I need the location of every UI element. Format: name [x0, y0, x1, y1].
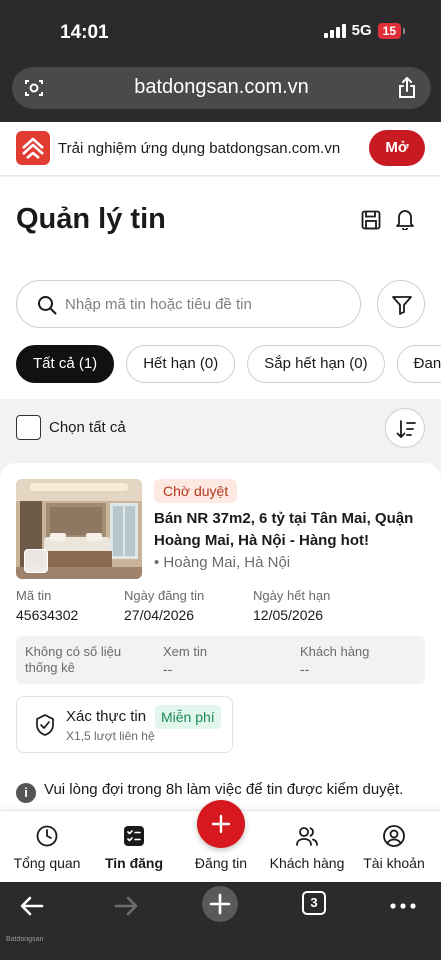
- shield-check-icon: [36, 714, 54, 736]
- status-indicators: 5G 15: [323, 22, 406, 39]
- status-badge: Chờ duyệt: [154, 479, 238, 503]
- save-icon[interactable]: [361, 210, 381, 230]
- listing-id-label: Mã tin: [16, 588, 52, 603]
- share-icon[interactable]: [397, 77, 417, 99]
- search-input[interactable]: [65, 281, 345, 327]
- battery-icon: 15: [377, 22, 406, 39]
- nav-customers-label: Khách hàng: [269, 855, 345, 871]
- app-download-banner: Trải nghiệm ứng dụng batdongsan.com.vn M…: [0, 122, 441, 176]
- nav-account[interactable]: Tài khoản: [359, 811, 429, 883]
- url-text[interactable]: batdongsan.com.vn: [12, 76, 431, 99]
- filter-chip-all[interactable]: Tất cả (1): [16, 345, 115, 383]
- screen: 14:01 5G 15 batdongsan.com.vn Trải nghiệ…: [0, 0, 441, 960]
- open-app-button[interactable]: Mở: [369, 130, 425, 166]
- post-date-label: Ngày đăng tin: [124, 588, 205, 603]
- listing-card[interactable]: Chờ duyệt Bán NR 37m2, 6 tỷ tại Tân Mai,…: [0, 463, 441, 813]
- network-label: 5G: [351, 22, 372, 39]
- select-all-bar: Chọn tất cả: [0, 399, 441, 463]
- views-label: Xem tin: [163, 644, 208, 659]
- address-bar[interactable]: batdongsan.com.vn: [12, 67, 431, 109]
- no-stats-label: Không có số liệu thống kê: [25, 644, 122, 675]
- nav-listings[interactable]: Tin đăng: [99, 811, 169, 883]
- listing-thumbnail[interactable]: [16, 479, 142, 579]
- search-icon: [38, 296, 57, 315]
- filter-chip-expired[interactable]: Hết hạn (0): [126, 345, 236, 383]
- customers-label: Khách hàng: [300, 644, 370, 659]
- info-icon: i: [16, 783, 36, 803]
- filter-chip-showing[interactable]: Đang hiển thị: [396, 345, 441, 383]
- customers-value: --: [300, 661, 310, 677]
- new-tab-icon[interactable]: [202, 886, 238, 922]
- back-arrow-icon[interactable]: [18, 892, 46, 920]
- bell-icon[interactable]: [394, 208, 416, 230]
- tabs-button[interactable]: 3: [302, 891, 326, 915]
- page-title: Quản lý tin: [16, 203, 166, 235]
- listing-location: • Hoàng Mai, Hà Nội: [154, 554, 291, 571]
- signal-icon: [323, 23, 346, 38]
- select-all-checkbox[interactable]: [16, 415, 41, 440]
- filter-button[interactable]: [377, 280, 425, 328]
- forward-arrow-icon[interactable]: [112, 892, 140, 920]
- verify-subtitle: X1,5 lượt liên hệ: [66, 729, 155, 743]
- search-box[interactable]: [16, 280, 361, 328]
- verify-listing-button[interactable]: Xác thực tin Miễn phí X1,5 lượt liên hệ: [16, 696, 233, 753]
- nav-customers[interactable]: Khách hàng: [270, 811, 344, 883]
- nav-overview[interactable]: Tổng quan: [12, 811, 82, 883]
- nav-listings-label: Tin đăng: [104, 855, 164, 871]
- free-badge: Miễn phí: [155, 705, 221, 729]
- users-icon: [296, 827, 318, 846]
- views-value: --: [163, 661, 173, 677]
- nav-account-label: Tài khoản: [363, 855, 425, 871]
- expiry-date-value: 12/05/2026: [253, 607, 324, 623]
- review-notice: i Vui lòng đợi trong 8h làm việc để tin đ…: [16, 781, 403, 803]
- sort-icon: [396, 420, 416, 439]
- banner-text: Trải nghiệm ứng dụng batdongsan.com.vn: [58, 140, 341, 157]
- review-notice-text: Vui lòng đợi trong 8h làm việc để tin đư…: [44, 781, 404, 798]
- clock-icon: [36, 825, 58, 847]
- page-header: Quản lý tin Tất cả (1) Hết hạn (0) Sắp hết…: [0, 177, 441, 399]
- nav-overview-label: Tổng quan: [13, 855, 81, 871]
- verify-title: Xác thực tin: [66, 708, 147, 725]
- batdongsan-logo-icon: [16, 131, 50, 165]
- browser-toolbar: 3: [0, 882, 441, 960]
- more-icon[interactable]: [389, 892, 417, 920]
- stats-panel: Không có số liệu thống kê Xem tin -- Khá…: [16, 636, 425, 684]
- listing-id-value: 45634302: [16, 607, 79, 623]
- status-time: 14:01: [60, 22, 109, 43]
- filter-chip-expiring[interactable]: Sắp hết hạn (0): [247, 345, 385, 383]
- post-listing-fab[interactable]: [197, 800, 245, 848]
- plus-icon: [211, 814, 231, 834]
- listing-select-checkbox[interactable]: [24, 549, 48, 573]
- post-date-value: 27/04/2026: [124, 607, 195, 623]
- account-icon: [383, 825, 405, 847]
- sort-button[interactable]: [385, 408, 425, 448]
- nav-post-label: Đăng tin: [194, 855, 248, 871]
- expiry-date-label: Ngày hết hạn: [253, 588, 331, 603]
- filter-icon: [392, 296, 412, 315]
- watermark: Batdongsan: [6, 936, 44, 943]
- checklist-icon: [124, 826, 144, 846]
- listing-title[interactable]: Bán NR 37m2, 6 tỷ tại Tân Mai, Quận Hoàn…: [154, 508, 426, 552]
- status-filter-chips: Tất cả (1) Hết hạn (0) Sắp hết hạn (0) Đang…: [16, 345, 441, 383]
- select-all-label[interactable]: Chọn tất cả: [49, 419, 126, 436]
- browser-top-chrome: 14:01 5G 15 batdongsan.com.vn: [0, 0, 441, 122]
